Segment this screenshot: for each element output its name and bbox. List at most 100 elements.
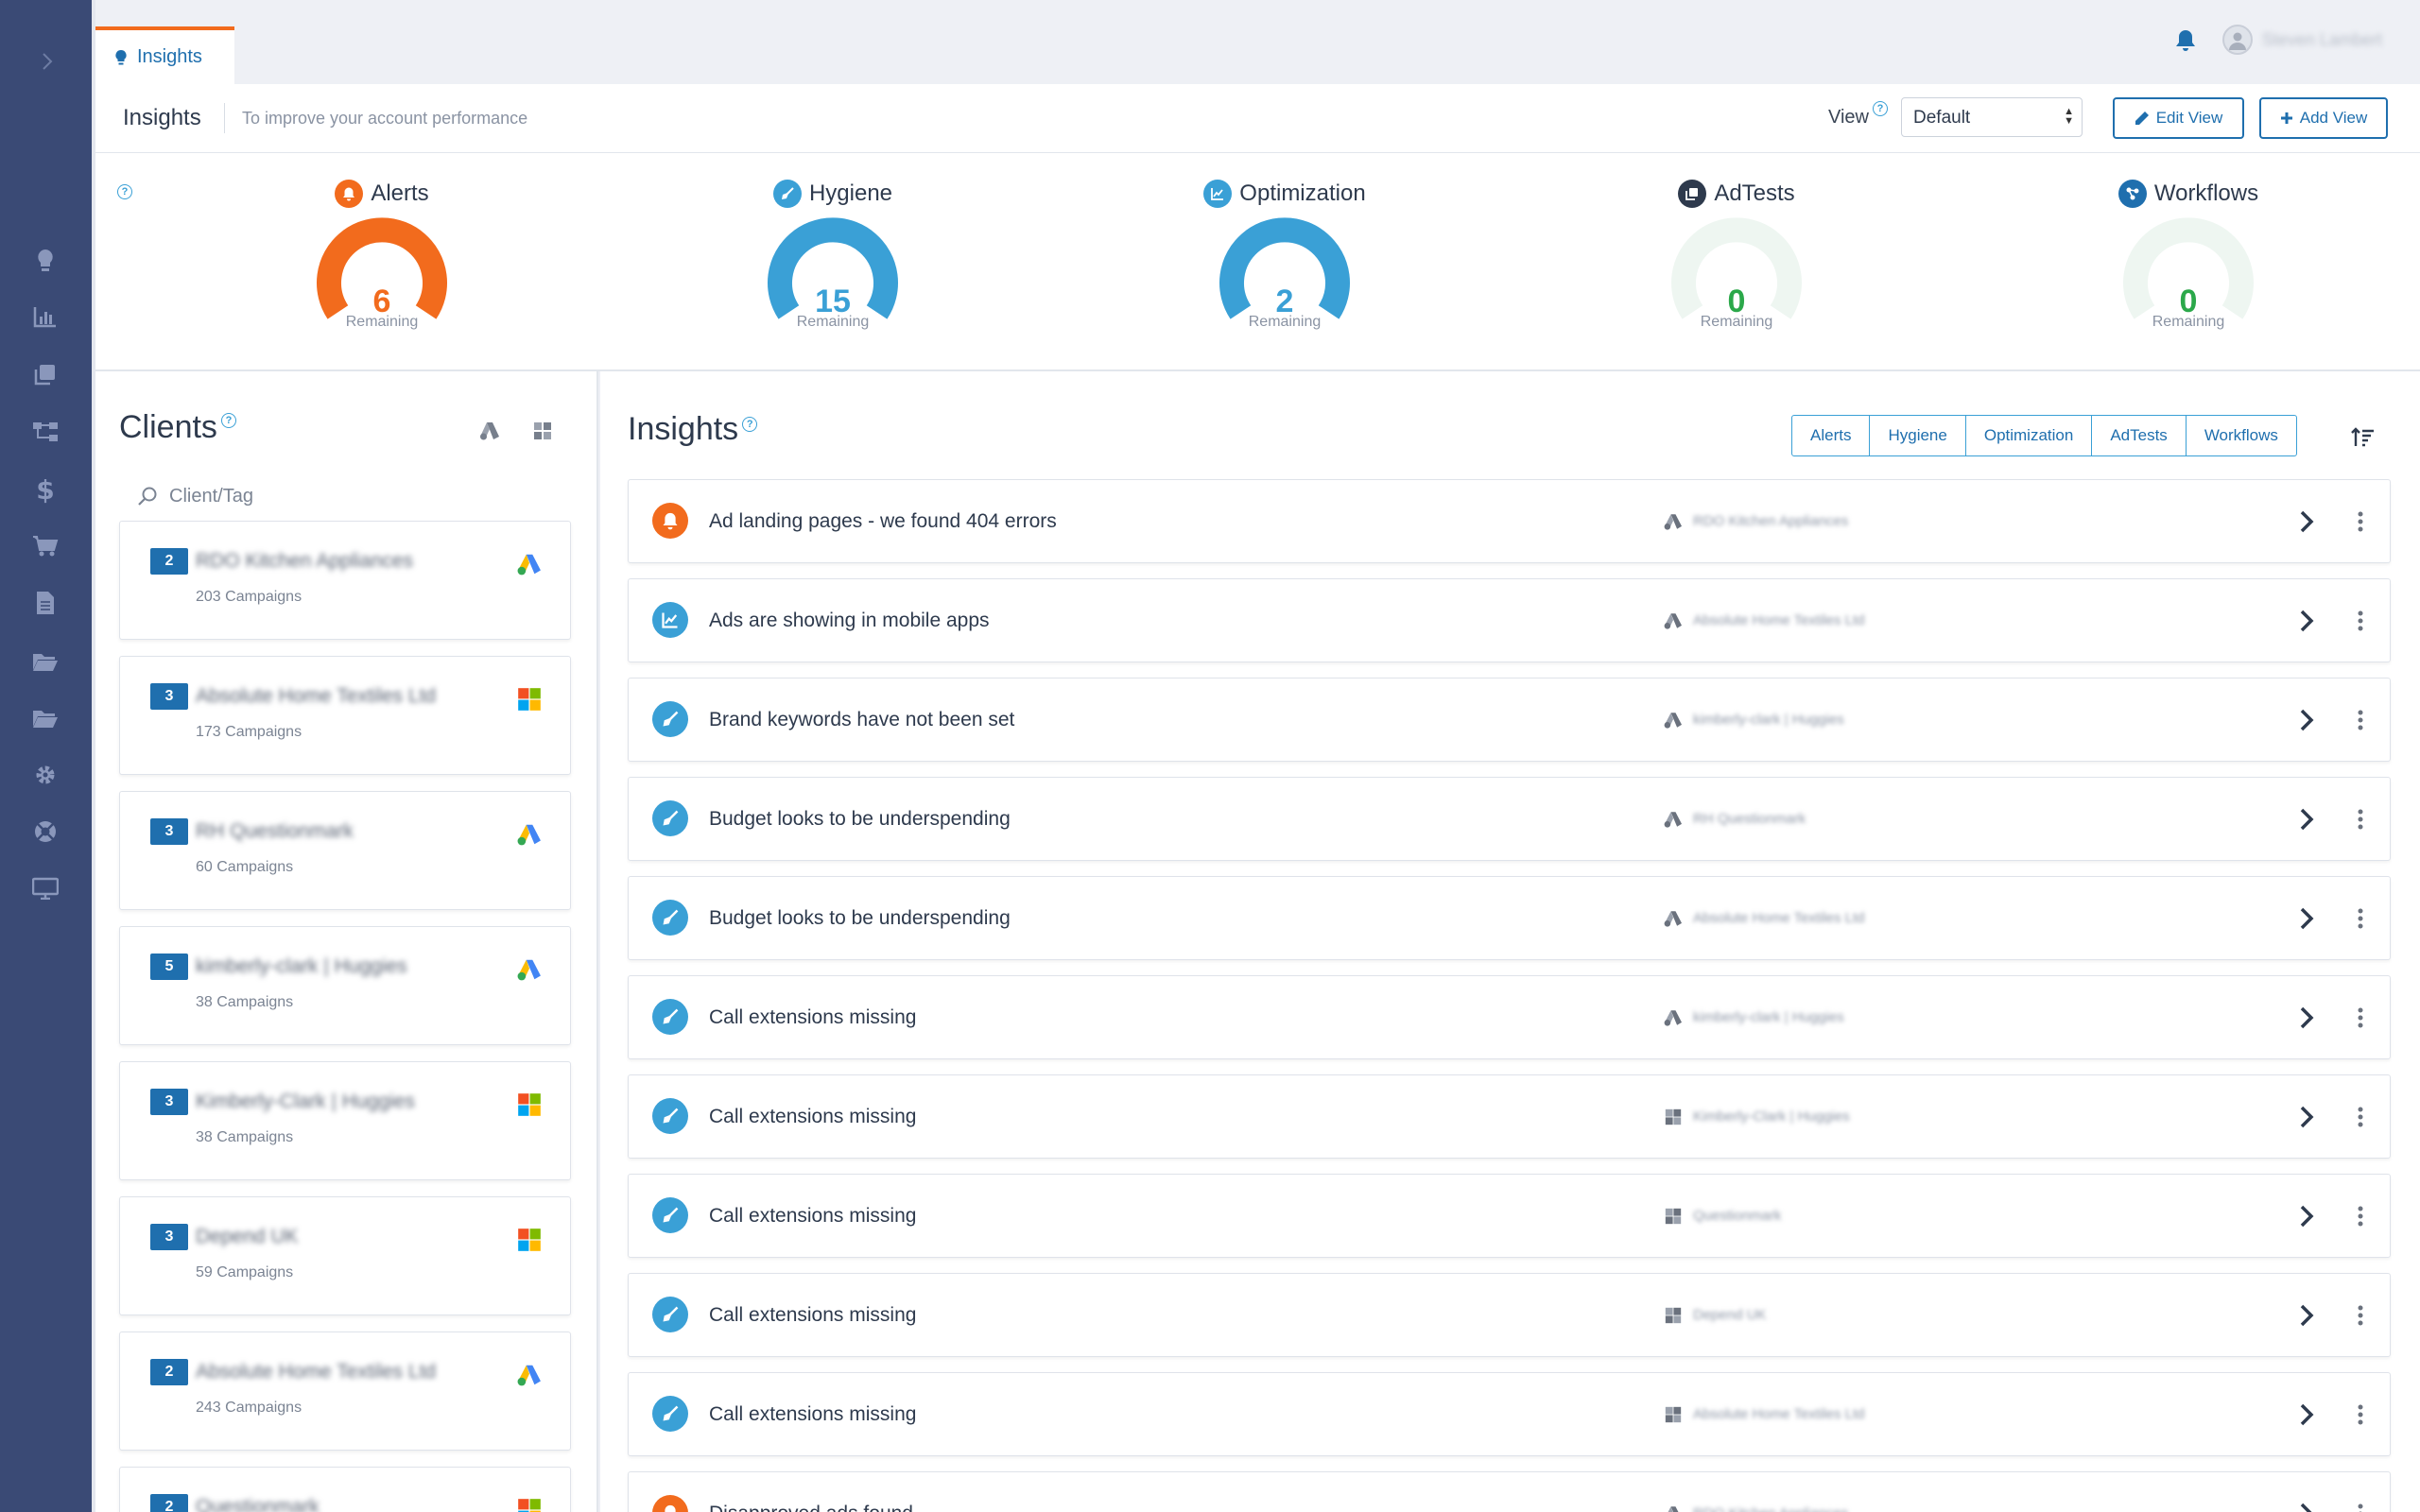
filter-alerts-button[interactable]: Alerts xyxy=(1791,415,1871,456)
chevron-right-icon[interactable] xyxy=(2292,802,2321,836)
add-view-label: Add View xyxy=(2299,109,2368,127)
chevron-right-icon[interactable] xyxy=(2292,1001,2321,1035)
clients-title: Clients ? xyxy=(119,409,236,446)
insight-row[interactable]: Brand keywords have not been set kimberly… xyxy=(628,678,2391,762)
bell-icon xyxy=(335,180,364,208)
gauge-title: Workflows xyxy=(2066,180,2311,208)
chevron-right-icon[interactable] xyxy=(2292,1199,2321,1233)
copy-icon[interactable] xyxy=(31,360,60,388)
insights-panel: Insights ? Alerts Hygiene Optimization A… xyxy=(600,371,2420,1512)
insight-count-badge: 2 xyxy=(150,1494,188,1512)
expand-nav-icon[interactable] xyxy=(38,45,57,77)
broom-icon xyxy=(652,1396,688,1432)
help-icon[interactable]: ? xyxy=(220,413,236,428)
filter-adtests-button[interactable]: AdTests xyxy=(2091,415,2187,456)
insight-row[interactable]: Call extensions missing Kimberly-Clark | … xyxy=(628,1074,2391,1159)
insight-row[interactable]: Call extensions missing Absolute Home Tex… xyxy=(628,1372,2391,1456)
tab-insights[interactable]: Insights xyxy=(95,26,234,84)
client-name: RDO Kitchen Appliances xyxy=(196,550,413,572)
filter-workflows-button[interactable]: Workflows xyxy=(2185,415,2297,456)
insight-row[interactable]: Disapproved ads found RDO Kitchen Applian… xyxy=(628,1471,2391,1512)
insight-client-name: kimberly-clark | Huggies xyxy=(1693,1009,1844,1025)
lifebuoy-icon[interactable] xyxy=(31,817,60,846)
client-card[interactable]: 3 Absolute Home Textiles Ltd 173 Campaigns xyxy=(119,656,571,775)
google-ads-icon xyxy=(1663,511,1684,532)
chevron-right-icon[interactable] xyxy=(2292,1100,2321,1134)
sort-icon[interactable] xyxy=(2347,422,2377,453)
chevron-right-icon[interactable] xyxy=(2292,1497,2321,1512)
client-card[interactable]: 2 Absolute Home Textiles Ltd 243 Campaigns xyxy=(119,1332,571,1451)
more-options-icon[interactable] xyxy=(2351,1199,2370,1233)
client-search-input[interactable] xyxy=(169,485,528,507)
more-options-icon[interactable] xyxy=(2351,505,2370,539)
chevron-right-icon[interactable] xyxy=(2292,1398,2321,1432)
google-ads-filter-icon[interactable] xyxy=(477,419,502,443)
notifications-bell-icon[interactable] xyxy=(2169,25,2202,57)
document-icon[interactable] xyxy=(31,589,60,617)
more-options-icon[interactable] xyxy=(2351,1398,2370,1432)
insight-row[interactable]: Call extensions missing kimberly-clark | … xyxy=(628,975,2391,1059)
more-options-icon[interactable] xyxy=(2351,604,2370,638)
more-options-icon[interactable] xyxy=(2351,1100,2370,1134)
insight-text: Call extensions missing xyxy=(709,1006,917,1028)
client-card[interactable]: 2 RDO Kitchen Appliances 203 Campaigns xyxy=(119,521,571,640)
gauge-alerts[interactable]: Alerts 6 Remaining xyxy=(259,180,505,331)
insight-row[interactable]: Ad landing pages - we found 404 errors RD… xyxy=(628,479,2391,563)
sitemap-icon[interactable] xyxy=(31,418,60,446)
gauge-adtests[interactable]: AdTests 0 Remaining xyxy=(1614,180,1859,331)
google-ads-icon xyxy=(1663,809,1684,830)
top-bar: Insights Steven Lambert xyxy=(95,0,2420,84)
client-card[interactable]: 3 Depend UK 59 Campaigns xyxy=(119,1196,571,1315)
google-ads-icon xyxy=(1663,710,1684,730)
bar-chart-icon[interactable] xyxy=(31,302,60,331)
chevron-right-icon[interactable] xyxy=(2292,703,2321,737)
microsoft-ads-filter-icon[interactable] xyxy=(530,419,555,443)
campaign-count: 38 Campaigns xyxy=(196,994,294,1010)
insight-row[interactable]: Budget looks to be underspending Absolute… xyxy=(628,876,2391,960)
more-options-icon[interactable] xyxy=(2351,1497,2370,1512)
filter-optimization-button[interactable]: Optimization xyxy=(1964,415,2093,456)
gear-icon[interactable] xyxy=(31,761,60,789)
client-card[interactable]: 3 Kimberly-Clark | Huggies 38 Campaigns xyxy=(119,1061,571,1180)
chevron-right-icon[interactable] xyxy=(2292,505,2321,539)
insight-row[interactable]: Ads are showing in mobile apps Absolute H… xyxy=(628,578,2391,662)
filter-hygiene-button[interactable]: Hygiene xyxy=(1869,415,1966,456)
insight-client-name: Absolute Home Textiles Ltd xyxy=(1693,910,1865,926)
gauge-workflows[interactable]: Workflows 0 Remaining xyxy=(2066,180,2311,331)
gauge-label: AdTests xyxy=(1714,180,1795,206)
more-options-icon[interactable] xyxy=(2351,1298,2370,1332)
chevron-right-icon[interactable] xyxy=(2292,1298,2321,1332)
more-options-icon[interactable] xyxy=(2351,1001,2370,1035)
gauge-hygiene[interactable]: Hygiene 15 Remaining xyxy=(710,180,956,331)
client-card[interactable]: 2 Questionmark xyxy=(119,1467,571,1512)
client-card[interactable]: 5 kimberly-clark | Huggies 38 Campaigns xyxy=(119,926,571,1045)
folder-open-icon[interactable] xyxy=(31,647,60,676)
user-menu[interactable]: Steven Lambert xyxy=(2221,25,2382,55)
add-view-button[interactable]: Add View xyxy=(2259,97,2388,139)
insight-client-name: Depend UK xyxy=(1693,1307,1767,1323)
gauges-panel: ? Alerts 6 Remaining Hygiene 15 Remaining Opti… xyxy=(95,153,2420,371)
help-icon[interactable]: ? xyxy=(117,184,132,199)
more-options-icon[interactable] xyxy=(2351,703,2370,737)
view-select[interactable]: Default ▲ ▼ xyxy=(1901,97,2083,137)
gauge-optimization[interactable]: Optimization 2 Remaining xyxy=(1162,180,1408,331)
dollar-icon[interactable]: $ xyxy=(31,474,60,506)
client-card[interactable]: 3 RH Questionmark 60 Campaigns xyxy=(119,791,571,910)
insight-row[interactable]: Budget looks to be underspending RH Quest… xyxy=(628,777,2391,861)
lightbulb-icon[interactable] xyxy=(31,247,60,275)
monitor-icon[interactable] xyxy=(31,874,60,902)
folder-open-icon[interactable] xyxy=(31,704,60,732)
tab-label: Insights xyxy=(137,46,202,67)
more-options-icon[interactable] xyxy=(2351,802,2370,836)
help-icon[interactable]: ? xyxy=(1873,101,1888,116)
edit-view-button[interactable]: Edit View xyxy=(2113,97,2244,139)
help-icon[interactable]: ? xyxy=(742,417,758,432)
insight-row[interactable]: Call extensions missing Depend UK xyxy=(628,1273,2391,1357)
chevron-right-icon[interactable] xyxy=(2292,604,2321,638)
search-icon xyxy=(138,487,157,506)
more-options-icon[interactable] xyxy=(2351,902,2370,936)
insight-row[interactable]: Call extensions missing Questionmark xyxy=(628,1174,2391,1258)
cart-icon[interactable] xyxy=(31,532,60,560)
page-title: Insights xyxy=(123,105,201,130)
chevron-right-icon[interactable] xyxy=(2292,902,2321,936)
